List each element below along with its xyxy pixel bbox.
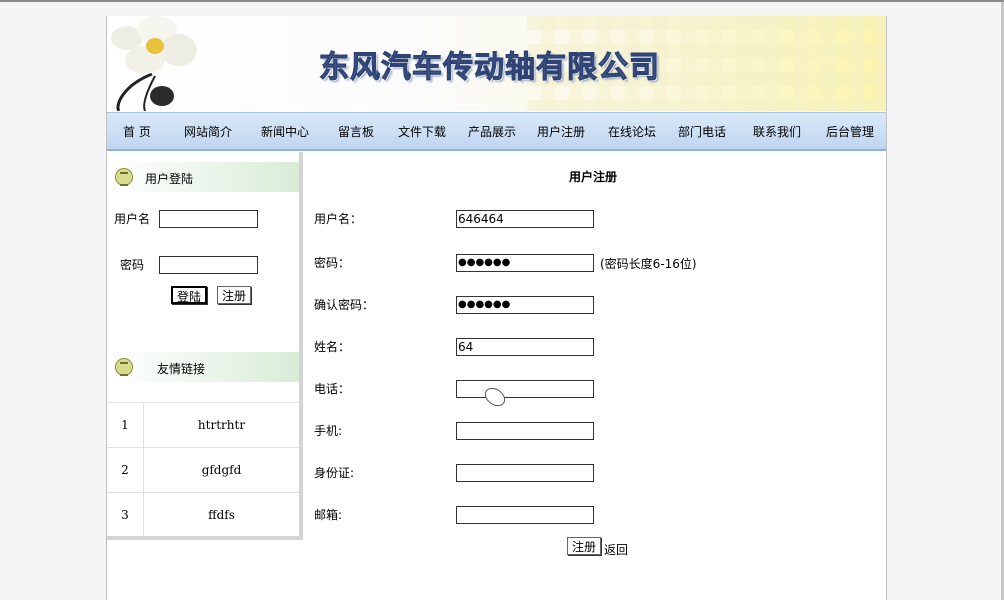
window-top-border — [0, 0, 1004, 2]
nav-item-home[interactable]: 首 页 — [123, 123, 151, 140]
links-panel-title: 友情链接 — [157, 362, 206, 376]
nav-item-register[interactable]: 用户注册 — [537, 123, 585, 140]
nav-item-dept-phone[interactable]: 部门电话 — [678, 123, 726, 140]
username-input[interactable]: 646464 — [456, 210, 594, 228]
friend-links-table: 1 htrtrhtr 2 gfdgfd 3 ffdfs — [107, 402, 299, 537]
link-number: 2 — [107, 447, 144, 493]
nav-item-news[interactable]: 新闻中心 — [261, 123, 309, 140]
email-label: 邮箱: — [314, 508, 343, 522]
flower-logo-icon — [111, 16, 197, 111]
register-submit-button[interactable]: 注册 — [567, 537, 602, 555]
username-label: 用户名： — [314, 212, 363, 226]
table-row: 3 ffdfs — [107, 492, 299, 537]
password-input[interactable]: ●●●●●● — [456, 254, 594, 272]
id-card-input[interactable] — [456, 464, 594, 482]
name-input[interactable]: 64 — [456, 338, 594, 356]
login-username-label: 用户名 — [114, 212, 151, 226]
link-number: 1 — [107, 402, 144, 448]
table-row: 1 htrtrhtr — [107, 402, 299, 448]
login-panel-title: 用户登陆 — [145, 172, 194, 186]
company-title: 东风汽车传动轴有限公司 — [319, 50, 660, 86]
left-sidebar: 用户登陆 用户名 密码 登陆 注册 友情链接 1 htrtrhtr 2 gfdg… — [107, 152, 303, 540]
links-panel-header: 友情链接 — [107, 352, 299, 382]
nav-item-forum[interactable]: 在线论坛 — [608, 123, 656, 140]
phone-label: 电话： — [314, 382, 351, 396]
login-button[interactable]: 登陆 — [171, 286, 208, 304]
login-username-input[interactable] — [159, 210, 258, 228]
login-panel-header: 用户登陆 — [107, 162, 299, 192]
table-row: 2 gfdgfd — [107, 447, 299, 493]
nav-item-products[interactable]: 产品展示 — [468, 123, 516, 140]
nav-item-about[interactable]: 网站简介 — [184, 123, 232, 140]
phone-input[interactable] — [456, 380, 594, 398]
password-label: 密码： — [314, 256, 351, 270]
link-item[interactable]: ffdfs — [143, 492, 299, 537]
nav-item-contact[interactable]: 联系我们 — [753, 123, 801, 140]
nav-item-downloads[interactable]: 文件下载 — [398, 123, 446, 140]
form-title: 用户注册 — [569, 170, 618, 184]
notebook-icon — [115, 168, 133, 186]
email-input[interactable] — [456, 506, 594, 524]
link-item[interactable]: gfdgfd — [143, 447, 299, 493]
confirm-password-label: 确认密码： — [314, 298, 375, 312]
sidebar-register-button[interactable]: 注册 — [217, 286, 252, 304]
notebook-icon — [115, 358, 133, 376]
mobile-label: 手机: — [314, 424, 343, 438]
main-nav: 首 页 网站简介 新闻中心 留言板 文件下载 产品展示 用户注册 在线论坛 部门… — [107, 112, 886, 151]
header-banner: 东风汽车传动轴有限公司 — [107, 16, 886, 111]
link-item[interactable]: htrtrhtr — [143, 402, 299, 448]
password-hint: (密码长度6-16位) — [600, 257, 697, 271]
nav-item-admin[interactable]: 后台管理 — [826, 123, 874, 140]
link-number: 3 — [107, 492, 144, 537]
login-password-label: 密码 — [120, 258, 145, 272]
mobile-input[interactable] — [456, 422, 594, 440]
confirm-password-input[interactable]: ●●●●●● — [456, 296, 594, 314]
return-link[interactable]: 返回 — [604, 541, 628, 558]
id-card-label: 身份证: — [314, 466, 355, 480]
nav-item-guestbook[interactable]: 留言板 — [338, 123, 374, 140]
login-password-input[interactable] — [159, 256, 258, 274]
name-label: 姓名： — [314, 340, 351, 354]
page-container: 东风汽车传动轴有限公司 首 页 网站简介 新闻中心 留言板 文件下载 产品展示 … — [106, 16, 887, 600]
